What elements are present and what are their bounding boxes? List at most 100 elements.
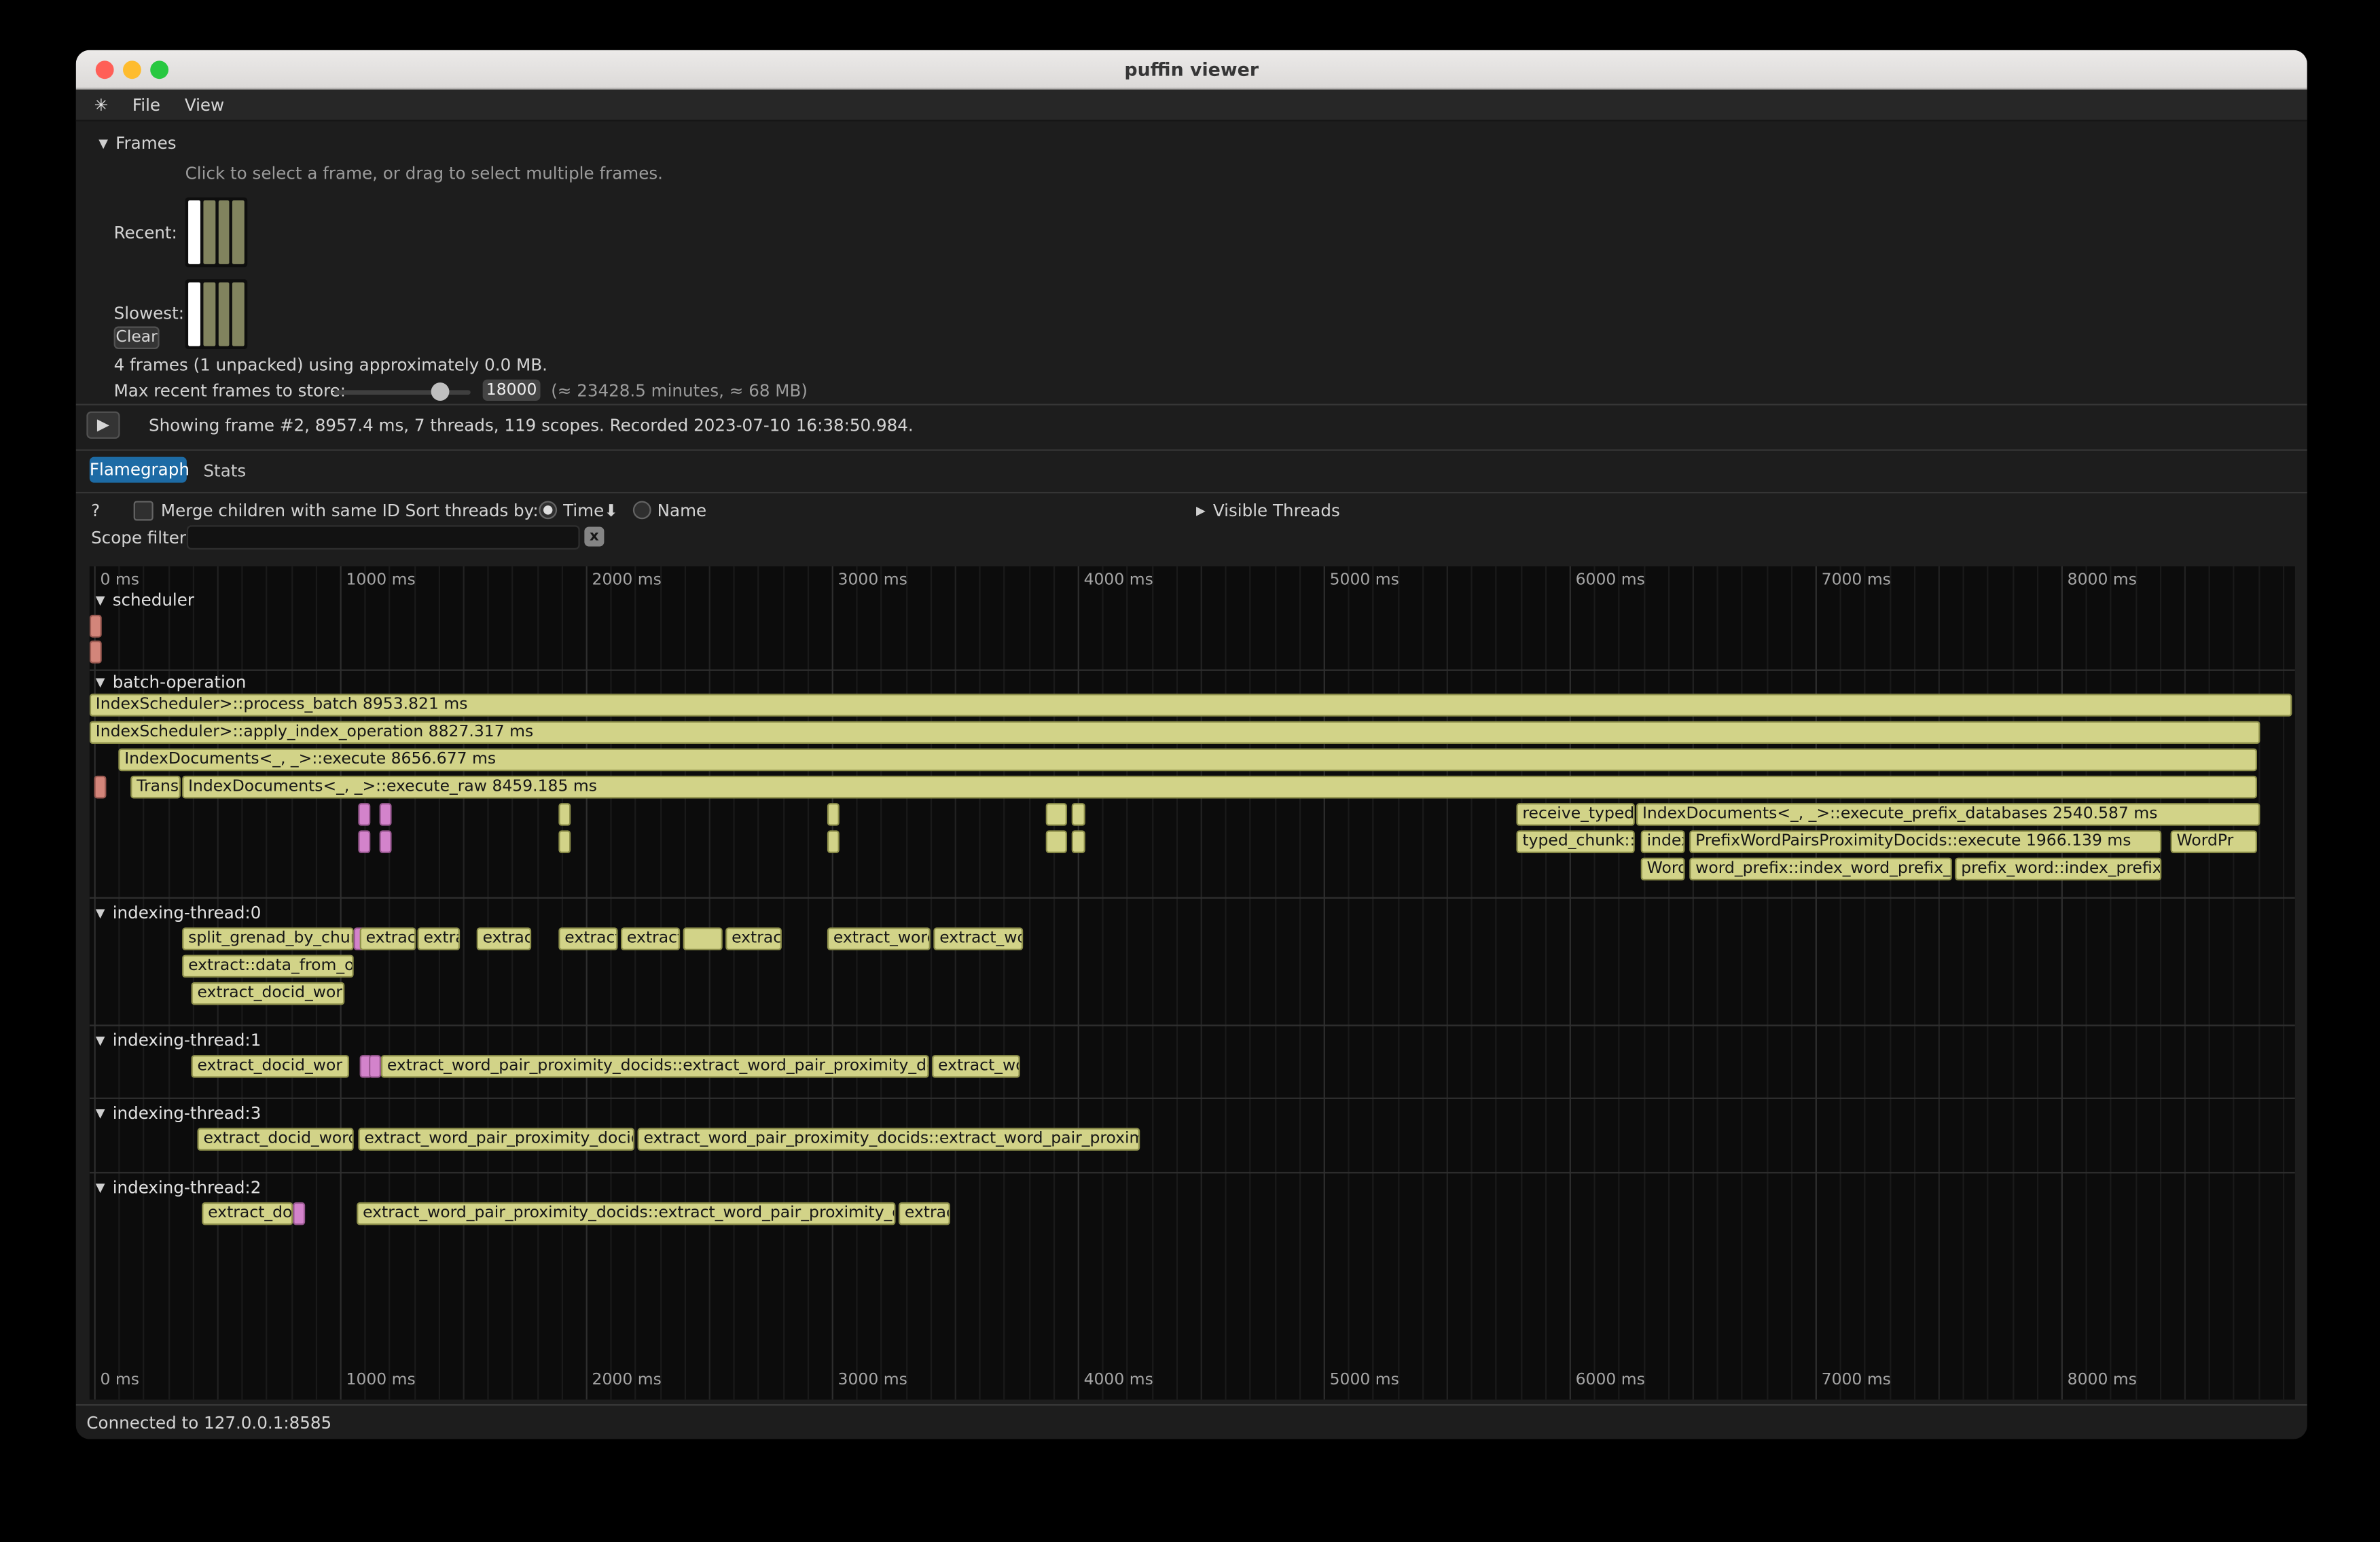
thread-divider: [90, 1172, 2295, 1173]
scope-bar[interactable]: [1046, 830, 1067, 853]
scope-bar[interactable]: extract: [360, 927, 416, 950]
scope-bar[interactable]: extract_doc: [202, 1202, 293, 1225]
scope-bar[interactable]: IndexDocuments<_, _>::execute_prefix_dat…: [1636, 803, 2260, 826]
scope-bar[interactable]: [1072, 803, 1085, 826]
scope-bar[interactable]: extract_word_pair_proximity_docids::extr…: [381, 1055, 929, 1078]
close-window-button[interactable]: [96, 60, 114, 79]
recent-frames-strip[interactable]: [185, 198, 248, 268]
scope-bar[interactable]: extract_docid_word: [198, 1128, 354, 1151]
thread-header-batch-operation[interactable]: ▼batch-operation: [96, 673, 247, 692]
sort-radio-time[interactable]: [539, 501, 557, 519]
scope-bar[interactable]: PrefixWordPairsProximityDocids::execute …: [1689, 830, 2161, 853]
thread-header-indexing-thread:1[interactable]: ▼indexing-thread:1: [96, 1030, 262, 1050]
frames-section-header[interactable]: ▼ Frames: [98, 134, 176, 154]
scope-bar[interactable]: extract_: [621, 927, 680, 950]
frame-thumbnail-bar[interactable]: [218, 200, 230, 264]
scope-bar[interactable]: IndexDocuments<_, _>::execute_raw 8459.1…: [182, 776, 2257, 799]
minimize-window-button[interactable]: [123, 60, 141, 79]
frame-thumbnail-bar[interactable]: [232, 283, 244, 346]
scope-bar[interactable]: prefix_word::index_prefix_wo: [1955, 858, 2161, 881]
max-frames-slider-knob[interactable]: [431, 382, 450, 401]
scope-bar[interactable]: [380, 830, 392, 853]
gridline: [2184, 567, 2186, 1400]
clear-frames-button[interactable]: Clear: [114, 326, 160, 349]
scope-bar[interactable]: extract_word_pair_proximity_docids::extr…: [357, 1202, 895, 1225]
time-label: 0 ms: [100, 571, 139, 589]
scope-bar[interactable]: receive_typed_: [1516, 803, 1634, 826]
scope-bar[interactable]: extract: [725, 927, 782, 950]
scope-bar[interactable]: [683, 927, 723, 950]
scope-bar[interactable]: extract_word: [827, 927, 931, 950]
scope-bar[interactable]: extract_docid_wor: [192, 1055, 349, 1078]
scope-bar[interactable]: [827, 803, 840, 826]
thread-header-indexing-thread:3[interactable]: ▼indexing-thread:3: [96, 1104, 262, 1124]
thread-header-scheduler[interactable]: ▼scheduler: [96, 590, 194, 610]
scope-bar[interactable]: extract_: [558, 927, 617, 950]
scope-bar[interactable]: [380, 803, 392, 826]
scope-bar[interactable]: [1046, 803, 1067, 826]
scope-bar[interactable]: [1072, 830, 1085, 853]
scope-bar[interactable]: Word: [1641, 858, 1685, 881]
gridline: [1693, 567, 1694, 1400]
scope-bar[interactable]: Trans: [130, 776, 181, 799]
scope-bar[interactable]: split_grenad_by_chun: [182, 927, 354, 950]
sort-direction-icon[interactable]: ⬇: [604, 501, 618, 520]
scope-bar[interactable]: [94, 776, 107, 799]
help-button[interactable]: ?: [91, 501, 100, 520]
scope-bar[interactable]: IndexScheduler>::apply_index_operation 8…: [90, 721, 2260, 744]
scope-bar[interactable]: extract_docid_wor: [192, 982, 345, 1005]
max-frames-slider-track[interactable]: [334, 390, 471, 395]
frame-thumbnail-bar[interactable]: [203, 283, 215, 346]
frame-thumbnail-bar[interactable]: [232, 200, 244, 264]
scope-bar[interactable]: IndexScheduler>::process_batch 8953.821 …: [90, 694, 2292, 717]
sort-radio-name[interactable]: [633, 501, 651, 519]
scope-bar[interactable]: extract_word_pair_proximity_docids: [358, 1128, 634, 1151]
scope-bar[interactable]: index: [1641, 830, 1685, 853]
theme-icon[interactable]: ✳: [94, 95, 109, 115]
play-pause-button[interactable]: ▶: [86, 412, 120, 439]
zoom-window-button[interactable]: [150, 60, 168, 79]
scope-bar[interactable]: WordPr: [2171, 830, 2257, 853]
slowest-frames-strip[interactable]: [185, 279, 248, 349]
frame-thumbnail-bar[interactable]: [188, 283, 200, 346]
sort-radio-time-label[interactable]: Time: [563, 501, 604, 520]
visible-threads-toggle[interactable]: ▶ Visible Threads: [1196, 501, 1340, 520]
scope-bar[interactable]: extract::data_from_ob: [182, 955, 354, 978]
scope-bar[interactable]: [358, 803, 370, 826]
scope-bar[interactable]: extract_wo: [932, 1055, 1020, 1078]
merge-checkbox-label[interactable]: Merge children with same ID: [161, 501, 400, 520]
scope-bar[interactable]: typed_chunk::w: [1516, 830, 1634, 853]
merge-checkbox[interactable]: [134, 501, 154, 520]
scope-bar[interactable]: IndexDocuments<_, _>::execute 8656.677 m…: [118, 749, 2257, 772]
clear-filter-button[interactable]: x: [584, 526, 604, 546]
scope-bar[interactable]: [827, 830, 840, 853]
tab-flamegraph[interactable]: Flamegraph: [90, 457, 187, 483]
menu-item-file[interactable]: File: [132, 95, 160, 115]
scope-bar[interactable]: [90, 641, 102, 664]
thread-header-indexing-thread:2[interactable]: ▼indexing-thread:2: [96, 1178, 262, 1198]
scope-bar[interactable]: [293, 1202, 305, 1225]
scope-bar[interactable]: [558, 803, 571, 826]
scope-bar[interactable]: [358, 830, 370, 853]
scope-filter-input[interactable]: [187, 525, 580, 550]
scope-bar[interactable]: extrac: [899, 1202, 950, 1225]
scope-bar[interactable]: extract_wo: [933, 927, 1023, 950]
scope-bar[interactable]: [369, 1055, 381, 1078]
max-frames-value[interactable]: 18000: [483, 380, 541, 401]
scope-bar[interactable]: [558, 830, 571, 853]
expand-icon: ▶: [1196, 501, 1206, 520]
scope-bar[interactable]: extra: [418, 927, 461, 950]
scope-bar[interactable]: extrac: [477, 927, 531, 950]
scope-bar[interactable]: extract_word_pair_proximity_docids::extr…: [638, 1128, 1140, 1151]
menu-item-view[interactable]: View: [185, 95, 224, 115]
thread-header-indexing-thread:0[interactable]: ▼indexing-thread:0: [96, 903, 262, 923]
gridline: [979, 567, 981, 1400]
frame-thumbnail-bar[interactable]: [188, 200, 200, 264]
tab-stats[interactable]: Stats: [203, 461, 246, 481]
scope-bar[interactable]: [90, 615, 102, 638]
flamegraph-canvas[interactable]: 0 ms0 ms1000 ms1000 ms2000 ms2000 ms3000…: [90, 567, 2295, 1400]
frame-thumbnail-bar[interactable]: [203, 200, 215, 264]
frame-thumbnail-bar[interactable]: [218, 283, 230, 346]
scope-bar[interactable]: word_prefix::index_word_prefix_: [1689, 858, 1952, 881]
sort-radio-name-label[interactable]: Name: [657, 501, 707, 520]
